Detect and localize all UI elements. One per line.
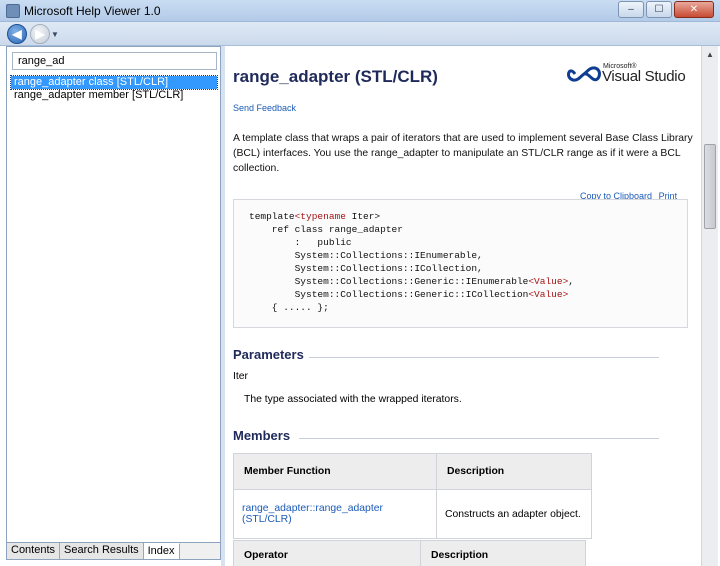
member-description: Constructs an adapter object. (436, 489, 592, 539)
scroll-thumb[interactable] (704, 144, 716, 229)
members-header-function: Member Function (233, 453, 437, 490)
member-function-link[interactable]: range_adapter::range_adapter (STL/CLR) (242, 503, 383, 525)
intro-paragraph: A template class that wraps a pair of it… (233, 133, 693, 174)
visual-studio-logo: Microsoft® Visual Studio (566, 63, 691, 85)
window-controls: ‒ ☐ ✕ (618, 1, 714, 18)
toolbar: ◀ ▶ ▼ (0, 22, 720, 46)
members-heading: Members (233, 428, 291, 443)
logo-product-text: Visual Studio (602, 68, 686, 85)
minimize-button[interactable]: ‒ (618, 1, 644, 18)
left-pane: range_adapter class [STL/CLR] range_adap… (6, 46, 221, 560)
index-search-input[interactable] (12, 52, 217, 70)
close-button[interactable]: ✕ (674, 1, 714, 18)
left-pane-tabs: Contents Search Results Index (7, 542, 220, 559)
index-item[interactable]: range_adapter member [STL/CLR] (11, 89, 217, 102)
param-description: The type associated with the wrapped ite… (244, 394, 462, 405)
tab-search-results[interactable]: Search Results (60, 543, 144, 559)
help-content: range_adapter (STL/CLR) Microsoft® Visua… (225, 46, 701, 566)
operators-table: Operator Description (233, 540, 586, 566)
title-bar: Microsoft Help Viewer 1.0 ‒ ☐ ✕ (0, 0, 720, 22)
forward-button[interactable]: ▶ (30, 24, 50, 44)
operators-header-operator: Operator (233, 540, 421, 566)
window-title: Microsoft Help Viewer 1.0 (24, 4, 161, 18)
members-divider (299, 438, 659, 439)
syntax-code-block: template<typename Iter> ref class range_… (233, 199, 688, 328)
members-table: Member Function Description range_adapte… (233, 453, 592, 539)
operators-header-description: Description (420, 540, 586, 566)
members-header-description: Description (436, 453, 592, 490)
parameters-divider (309, 357, 659, 358)
param-name: Iter (233, 371, 249, 382)
infinity-logo-icon (567, 66, 601, 82)
forward-arrow-icon: ▶ (35, 27, 45, 41)
page-title: range_adapter (STL/CLR) (233, 67, 438, 86)
tab-contents[interactable]: Contents (7, 543, 61, 559)
parameters-heading: Parameters (233, 347, 304, 362)
index-item[interactable]: range_adapter class [STL/CLR] (10, 75, 218, 90)
send-feedback-link[interactable]: Send Feedback (233, 103, 296, 113)
code-text: template<typename Iter> ref class range_… (249, 211, 574, 313)
history-dropdown-icon[interactable]: ▼ (51, 30, 59, 39)
tab-index[interactable]: Index (143, 543, 180, 559)
vertical-scrollbar[interactable]: ▲ (701, 46, 718, 566)
app-icon (6, 4, 20, 18)
back-button[interactable]: ◀ (7, 24, 27, 44)
back-arrow-icon: ◀ (12, 27, 22, 41)
index-list: range_adapter class [STL/CLR] range_adap… (10, 75, 218, 102)
table-row: range_adapter::range_adapter (STL/CLR) C… (233, 489, 592, 539)
scroll-up-icon[interactable]: ▲ (702, 46, 718, 62)
maximize-button[interactable]: ☐ (646, 1, 672, 18)
